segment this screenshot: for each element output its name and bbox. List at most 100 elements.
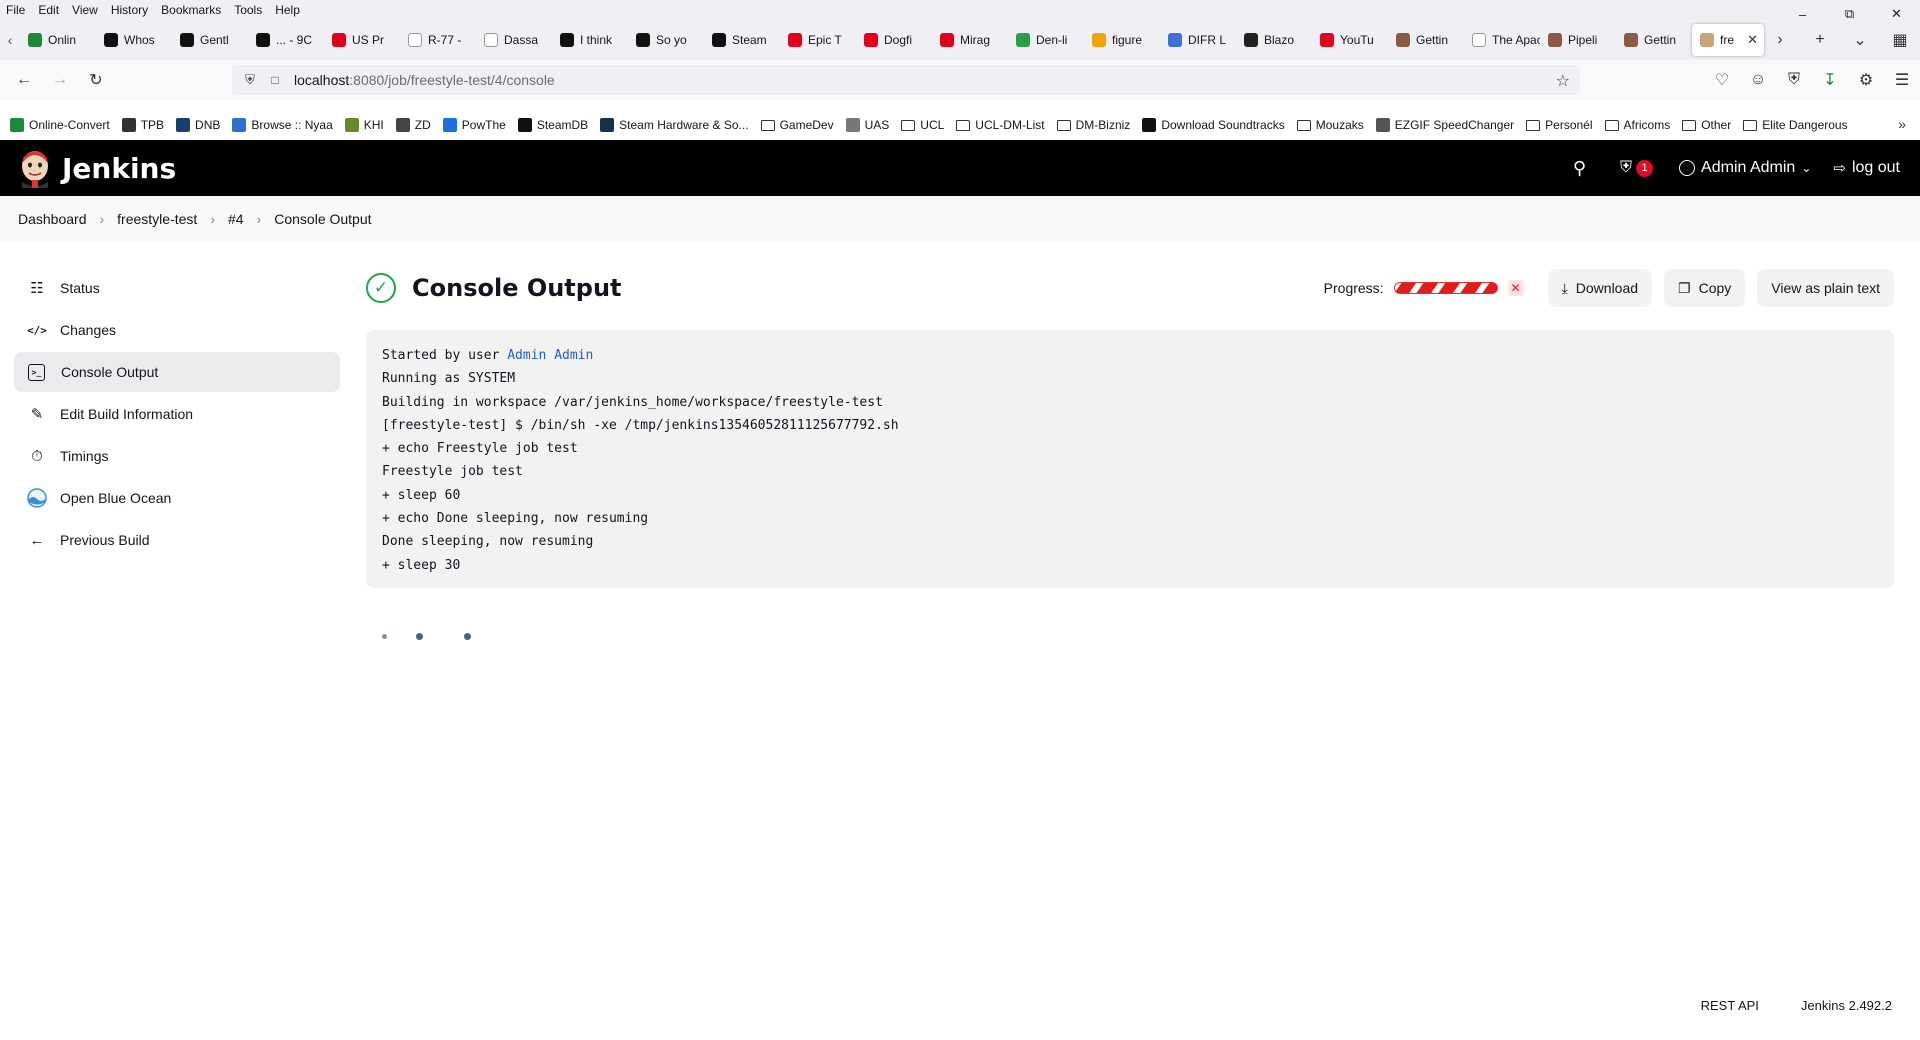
copy-button[interactable]: ❐ Copy — [1664, 269, 1746, 307]
download-button[interactable]: ⤓ Download — [1547, 269, 1653, 307]
menu-history[interactable]: History — [111, 3, 148, 17]
breadcrumb-item[interactable]: #4 — [228, 211, 244, 227]
bookmark-item[interactable]: DNB — [176, 118, 220, 132]
bookmark-item[interactable]: PowThe — [442, 118, 506, 132]
bookmark-item[interactable]: UAS — [845, 118, 889, 132]
browser-tab[interactable]: DIFR L — [1160, 24, 1236, 56]
jenkins-logo-icon[interactable] — [18, 148, 52, 188]
logout-link[interactable]: ⇨ log out — [1833, 159, 1900, 177]
browser-tab[interactable]: figure — [1084, 24, 1160, 56]
browser-tab[interactable]: Gettin — [1616, 24, 1692, 56]
url-bar[interactable]: ⛨ □ localhost:8080/job/freestyle-test/4/… — [232, 65, 1580, 95]
bookmark-folder[interactable]: Elite Dangerous — [1743, 118, 1848, 132]
bookmark-item[interactable]: Download Soundtracks — [1142, 118, 1285, 132]
browser-tab[interactable]: Epic T — [780, 24, 856, 56]
browser-tab[interactable]: Blazo — [1236, 24, 1312, 56]
bookmark-folder[interactable]: Mouzaks — [1296, 118, 1364, 132]
bookmark-item[interactable]: ZD — [395, 118, 431, 132]
browser-tab[interactable]: R-77 - — [400, 24, 476, 56]
browser-tab[interactable]: Mirag — [932, 24, 1008, 56]
close-tab-icon[interactable]: ✕ — [1747, 32, 1758, 48]
bookmark-label: GameDev — [779, 118, 834, 132]
sidebar-item-open-blue-ocean[interactable]: Open Blue Ocean — [14, 478, 340, 518]
browser-tab[interactable]: Whos — [96, 24, 172, 56]
bookmark-folder[interactable]: Personél — [1526, 118, 1593, 132]
list-tabs-icon[interactable]: ⌄ — [1840, 30, 1880, 50]
jenkins-title[interactable]: Jenkins — [62, 152, 176, 185]
bookmark-folder[interactable]: Other — [1682, 118, 1731, 132]
tab-scroll-right-icon[interactable]: › — [1760, 31, 1800, 49]
browser-tab[interactable]: Pipeli — [1540, 24, 1616, 56]
bookmark-star-icon[interactable]: ☆ — [1556, 71, 1570, 91]
bookmark-item[interactable]: Steam Hardware & So... — [600, 118, 749, 132]
privacy-shield-icon[interactable]: ⛨ — [1776, 71, 1812, 89]
browser-tab[interactable]: I think — [552, 24, 628, 56]
breadcrumb-item[interactable]: freestyle-test — [117, 211, 197, 227]
bookmark-folder[interactable]: UCL — [901, 118, 944, 132]
tab-scroll-left-icon[interactable]: ‹ — [0, 32, 20, 48]
extensions-grid-icon[interactable]: ▦ — [1880, 30, 1920, 50]
browser-tab[interactable]: YouTu — [1312, 24, 1388, 56]
sidebar-item-previous-build[interactable]: ← Previous Build — [14, 520, 340, 560]
menu-file[interactable]: File — [6, 3, 25, 17]
browser-tab[interactable]: Gettin — [1388, 24, 1464, 56]
bookmark-folder[interactable]: UCL-DM-List — [956, 118, 1045, 132]
browser-tab[interactable]: Dogfi — [856, 24, 932, 56]
breadcrumb-item[interactable]: Dashboard — [18, 211, 87, 227]
menu-view[interactable]: View — [72, 3, 98, 17]
new-tab-icon[interactable]: + — [1800, 31, 1840, 49]
url-text[interactable]: localhost:8080/job/freestyle-test/4/cons… — [294, 72, 555, 88]
account-icon[interactable]: ☺ — [1740, 71, 1776, 89]
jenkins-version-link[interactable]: Jenkins 2.492.2 — [1801, 998, 1892, 1013]
browser-tab[interactable]: The Apach — [1464, 24, 1540, 56]
browser-tab[interactable]: Dassa — [476, 24, 552, 56]
menu-icon[interactable]: ☰ — [1884, 70, 1920, 90]
bookmark-folder[interactable]: Africoms — [1604, 118, 1670, 132]
sidebar-item-changes[interactable]: </> Changes — [14, 310, 340, 350]
started-user-link[interactable]: Admin Admin — [507, 348, 593, 363]
sidebar-item-status[interactable]: ☷ Status — [14, 268, 340, 308]
menu-help[interactable]: Help — [275, 3, 300, 17]
bookmark-folder[interactable]: DM-Bizniz — [1056, 118, 1130, 132]
security-alerts[interactable]: ⛨ 1 — [1620, 159, 1654, 177]
browser-tab[interactable]: Onlin — [20, 24, 96, 56]
bookmark-item[interactable]: TPB — [121, 118, 164, 132]
forward-icon[interactable]: → — [42, 71, 78, 89]
sidebar-item-timings[interactable]: ⏱ Timings — [14, 436, 340, 476]
bookmark-item[interactable]: EZGIF SpeedChanger — [1375, 118, 1514, 132]
stop-build-icon[interactable]: ✕ — [1507, 280, 1524, 296]
extensions-icon[interactable]: ⚙ — [1848, 70, 1884, 90]
bookmark-item[interactable]: Browse :: Nyaa — [232, 118, 333, 132]
browser-tab[interactable]: So yo — [628, 24, 704, 56]
reload-icon[interactable]: ↻ — [78, 70, 114, 90]
menu-bookmarks[interactable]: Bookmarks — [161, 3, 221, 17]
back-icon[interactable]: ← — [6, 71, 42, 89]
rest-api-link[interactable]: REST API — [1701, 998, 1759, 1013]
sidebar-item-edit-build-information[interactable]: ✎ Edit Build Information — [14, 394, 340, 434]
breadcrumb-chevron-icon[interactable]: › — [257, 211, 262, 227]
search-icon[interactable]: ⚲ — [1573, 158, 1586, 179]
active-tab[interactable]: fre ✕ — [1692, 24, 1764, 56]
browser-tab[interactable]: Gentl — [172, 24, 248, 56]
menu-edit[interactable]: Edit — [38, 3, 59, 17]
browser-tab[interactable]: US Pr — [324, 24, 400, 56]
view-plain-text-button[interactable]: View as plain text — [1757, 269, 1894, 307]
pocket-icon[interactable]: ♡ — [1704, 70, 1740, 90]
breadcrumb-chevron-icon[interactable]: › — [210, 211, 215, 227]
sidebar-item-console-output[interactable]: >_ Console Output — [14, 352, 340, 392]
downloads-icon[interactable]: ↧ — [1812, 70, 1848, 90]
breadcrumb-chevron-icon[interactable]: › — [100, 211, 105, 227]
menu-tools[interactable]: Tools — [234, 3, 262, 17]
shield-icon[interactable]: ⛨ — [236, 72, 264, 88]
bookmark-item[interactable]: KHI — [344, 118, 384, 132]
bookmark-item[interactable]: Online-Convert — [10, 118, 110, 132]
page-info-icon[interactable]: □ — [264, 73, 286, 87]
browser-tab[interactable]: ... - 9C — [248, 24, 324, 56]
breadcrumb-item[interactable]: Console Output — [274, 211, 371, 227]
browser-tab[interactable]: Den-li — [1008, 24, 1084, 56]
bookmark-folder[interactable]: GameDev — [760, 118, 834, 132]
more-bookmarks-icon[interactable]: » — [1898, 116, 1906, 132]
browser-tab[interactable]: Steam — [704, 24, 780, 56]
bookmark-item[interactable]: SteamDB — [517, 118, 588, 132]
user-menu[interactable]: Admin Admin ⌄ — [1679, 159, 1811, 177]
